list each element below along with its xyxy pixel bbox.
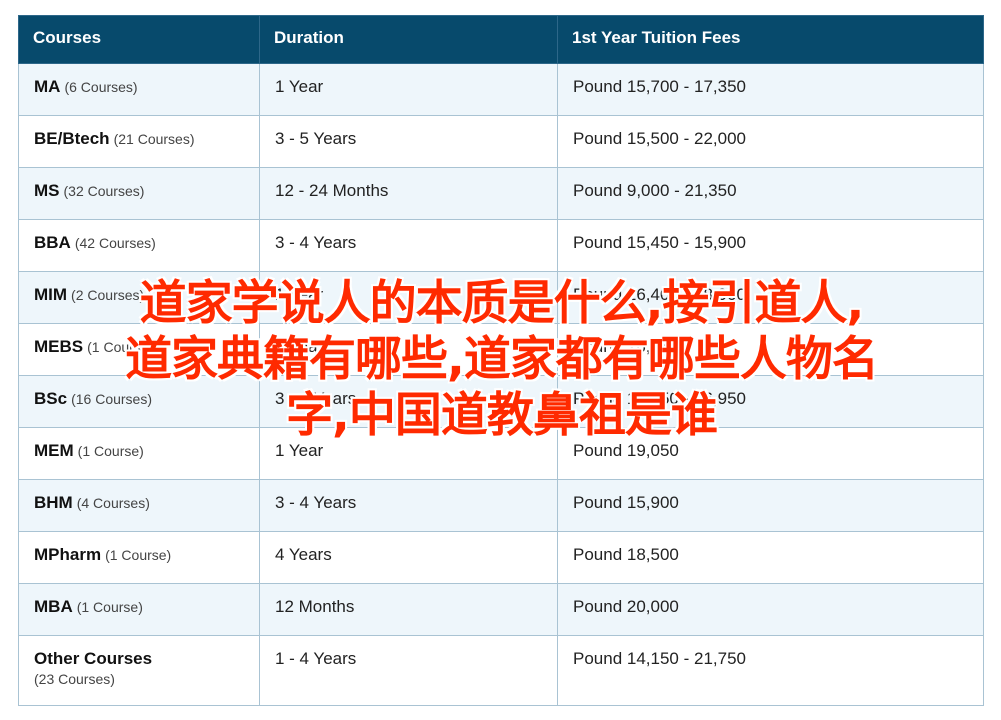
fees-cell: Pound 15,900 — [557, 479, 984, 532]
table-row: Other Courses (23 Courses) 1 - 4 Years Po… — [18, 635, 984, 706]
course-cell: BBA (42 Courses) — [18, 219, 260, 272]
duration-cell: 3 - 5 Years — [259, 115, 558, 168]
fees-cell: Pound 18,500 — [557, 531, 984, 584]
course-count: (32 Courses) — [63, 183, 145, 199]
duration-cell: 1 - 4 Years — [259, 635, 558, 706]
course-cell: BE/Btech (21 Courses) — [18, 115, 260, 168]
table-row: BHM (4 Courses) 3 - 4 Years Pound 15,900 — [18, 479, 984, 532]
course-name[interactable]: MS — [34, 181, 60, 200]
course-cell: MPharm (1 Course) — [18, 531, 260, 584]
fees-cell: Pound 20,000 — [557, 583, 984, 636]
course-count: (1 Course) — [76, 599, 143, 615]
course-cell: BHM (4 Courses) — [18, 479, 260, 532]
course-cell: Other Courses (23 Courses) — [18, 635, 260, 706]
duration-cell: 12 - 24 Months — [259, 167, 558, 220]
course-name[interactable]: MPharm — [34, 545, 101, 564]
header-duration[interactable]: Duration — [259, 15, 558, 64]
duration-cell: 3 - 4 Years — [259, 479, 558, 532]
table-header-row: Courses Duration 1st Year Tuition Fees — [18, 15, 984, 64]
table-row: MA (6 Courses) 1 Year Pound 15,700 - 17,3… — [18, 63, 984, 116]
page: Courses Duration 1st Year Tuition Fees M… — [0, 0, 1001, 720]
course-name[interactable]: BE/Btech — [34, 129, 110, 148]
header-courses[interactable]: Courses — [18, 15, 260, 64]
course-count: (1 Course) — [77, 443, 144, 459]
table-row: MS (32 Courses) 12 - 24 Months Pound 9,00… — [18, 167, 984, 220]
table-row: MPharm (1 Course) 4 Years Pound 18,500 — [18, 531, 984, 584]
duration-cell: 4 Years — [259, 531, 558, 584]
duration-cell: 12 Months — [259, 583, 558, 636]
fees-cell: Pound 15,700 - 17,350 — [557, 63, 984, 116]
course-name[interactable]: Other Courses — [34, 649, 152, 668]
course-cell: MBA (1 Course) — [18, 583, 260, 636]
course-name[interactable]: BBA — [34, 233, 71, 252]
table-row: BE/Btech (21 Courses) 3 - 5 Years Pound 1… — [18, 115, 984, 168]
overlay-line: 道家学说人的本质是什么,接引道人, — [139, 276, 865, 331]
course-cell: MA (6 Courses) — [18, 63, 260, 116]
course-count: (21 Courses) — [113, 131, 195, 147]
fees-cell: Pound 14,150 - 21,750 — [557, 635, 984, 706]
table-row: MBA (1 Course) 12 Months Pound 20,000 — [18, 583, 984, 636]
fees-cell: Pound 15,500 - 22,000 — [557, 115, 984, 168]
fees-cell: Pound 15,450 - 15,900 — [557, 219, 984, 272]
fees-cell: Pound 9,000 - 21,350 — [557, 167, 984, 220]
overlay-line: 道家典籍有哪些,道家都有哪些人物名 — [125, 332, 879, 387]
course-name[interactable]: MA — [34, 77, 60, 96]
watermark-overlay-text: 道家学说人的本质是什么,接引道人, 道家典籍有哪些,道家都有哪些人物名 字,中国… — [14, 276, 989, 444]
course-count: (23 Courses) — [34, 671, 115, 687]
header-fees[interactable]: 1st Year Tuition Fees — [557, 15, 984, 64]
course-count: (42 Courses) — [74, 235, 156, 251]
duration-cell: 1 Year — [259, 63, 558, 116]
course-name[interactable]: MBA — [34, 597, 73, 616]
overlay-line: 字,中国道教鼻祖是谁 — [286, 388, 718, 443]
course-count: (6 Courses) — [64, 79, 138, 95]
course-count: (4 Courses) — [76, 495, 150, 511]
table-row: BBA (42 Courses) 3 - 4 Years Pound 15,450… — [18, 219, 984, 272]
duration-cell: 3 - 4 Years — [259, 219, 558, 272]
course-count: (1 Course) — [105, 547, 172, 563]
course-cell: MS (32 Courses) — [18, 167, 260, 220]
course-name[interactable]: BHM — [34, 493, 73, 512]
